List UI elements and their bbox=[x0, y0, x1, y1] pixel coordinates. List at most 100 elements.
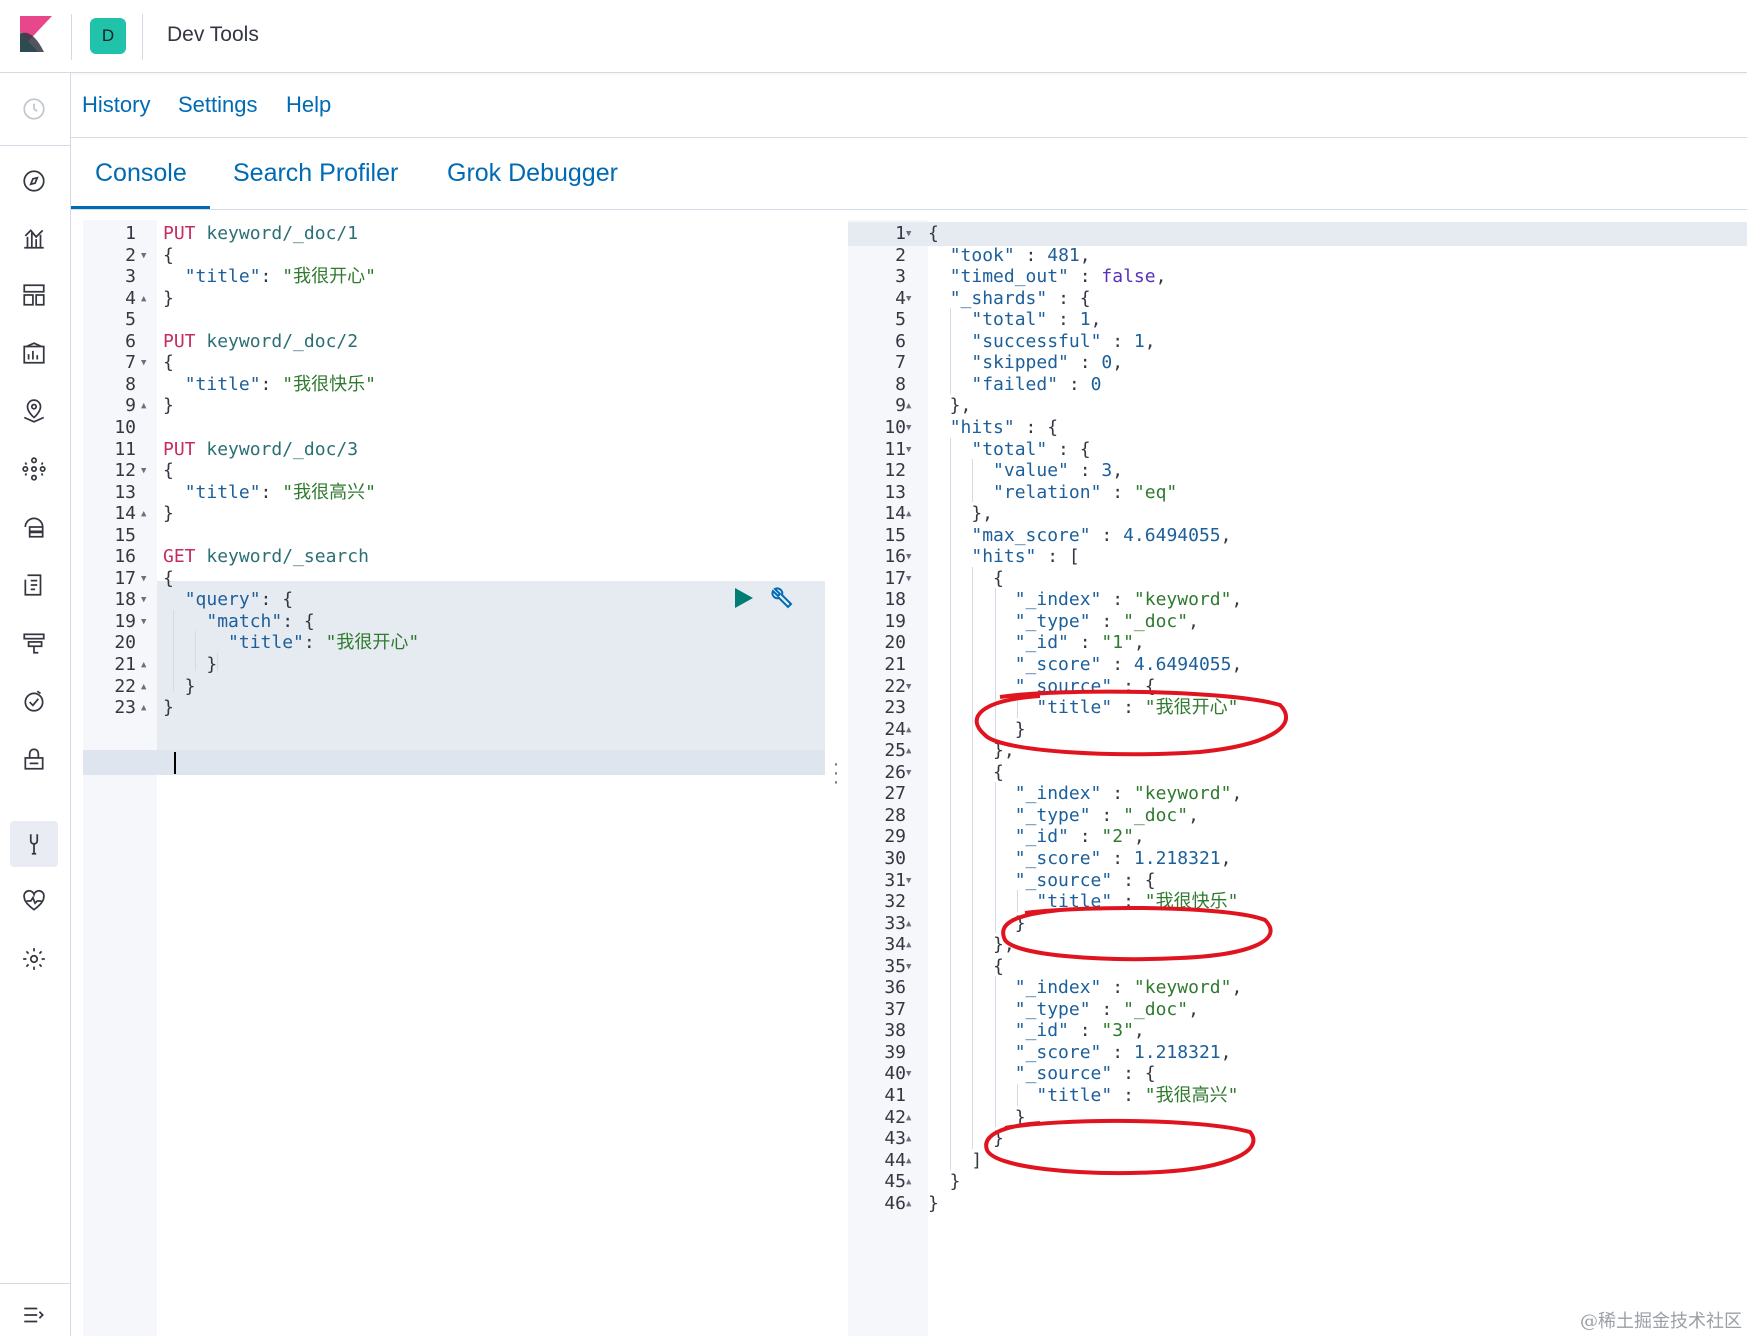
request-code-line: { bbox=[163, 244, 174, 266]
response-code-line: } bbox=[928, 1192, 939, 1214]
fold-end-icon[interactable]: ▲ bbox=[906, 912, 911, 936]
fold-end-icon[interactable]: ▲ bbox=[906, 1149, 911, 1173]
request-actions-wrench-icon[interactable] bbox=[769, 585, 797, 613]
active-tab-indicator bbox=[71, 206, 210, 209]
send-request-button[interactable] bbox=[730, 585, 756, 611]
collapse-menu-icon[interactable] bbox=[18, 1299, 50, 1331]
maps-icon[interactable] bbox=[18, 395, 50, 427]
fold-end-icon[interactable]: ▲ bbox=[141, 675, 146, 699]
fold-toggle-icon[interactable]: ▼ bbox=[141, 610, 146, 634]
fold-toggle-icon[interactable]: ▼ bbox=[906, 416, 911, 440]
fold-toggle-icon[interactable]: ▼ bbox=[906, 761, 911, 785]
fold-toggle-icon[interactable]: ▼ bbox=[906, 675, 911, 699]
infrastructure-icon[interactable] bbox=[18, 511, 50, 543]
fold-end-icon[interactable]: ▲ bbox=[906, 1106, 911, 1130]
response-code-line: } bbox=[928, 912, 1026, 934]
response-code-line: "max_score" : 4.6494055, bbox=[971, 524, 1232, 546]
request-code-line: PUT keyword/_doc/1 bbox=[163, 223, 359, 244]
active-line-highlight bbox=[848, 222, 1747, 246]
request-code-line: "query": { bbox=[184, 589, 294, 611]
top-menu: History Settings Help bbox=[71, 73, 1747, 138]
help-link[interactable]: Help bbox=[286, 92, 331, 118]
request-line-number: 14 bbox=[114, 503, 136, 525]
request-line-number: 1 bbox=[125, 223, 136, 244]
request-code-line: "title": "我很高兴" bbox=[184, 481, 376, 503]
response-code-line: "relation" : "eq" bbox=[993, 481, 1178, 503]
response-line-number: 38 bbox=[884, 1020, 906, 1042]
tab-search-profiler[interactable]: Search Profiler bbox=[233, 159, 398, 188]
request-line-number: 13 bbox=[114, 481, 136, 503]
fold-toggle-icon[interactable]: ▼ bbox=[141, 351, 146, 375]
editor-resizer[interactable]: · · · bbox=[828, 754, 844, 792]
response-line-number: 30 bbox=[884, 847, 906, 869]
tab-console[interactable]: Console bbox=[95, 159, 187, 188]
space-avatar[interactable]: D bbox=[90, 18, 126, 54]
fold-toggle-icon[interactable]: ▼ bbox=[141, 244, 146, 268]
settings-link[interactable]: Settings bbox=[178, 92, 258, 118]
request-code-line: } bbox=[163, 697, 174, 719]
fold-end-icon[interactable]: ▲ bbox=[906, 1127, 911, 1151]
dev-tools-icon[interactable] bbox=[18, 828, 50, 860]
fold-end-icon[interactable]: ▲ bbox=[906, 502, 911, 526]
request-code-line: } bbox=[163, 654, 218, 675]
kibana-logo-icon[interactable] bbox=[16, 14, 56, 54]
fold-end-icon[interactable]: ▲ bbox=[906, 1192, 911, 1216]
fold-end-icon[interactable]: ▲ bbox=[141, 502, 146, 526]
fold-end-icon[interactable]: ▲ bbox=[906, 1170, 911, 1194]
fold-toggle-icon[interactable]: ▼ bbox=[906, 438, 911, 462]
response-line-number: 18 bbox=[884, 589, 906, 611]
fold-end-icon[interactable]: ▲ bbox=[141, 653, 146, 677]
management-icon[interactable] bbox=[18, 943, 50, 975]
fold-end-icon[interactable]: ▲ bbox=[906, 718, 911, 742]
dashboard-icon[interactable] bbox=[18, 279, 50, 311]
fold-end-icon[interactable]: ▲ bbox=[141, 394, 146, 418]
fold-end-icon[interactable]: ▲ bbox=[906, 933, 911, 957]
response-code-line: } bbox=[928, 1171, 961, 1193]
response-code-line: "_shards" : { bbox=[949, 287, 1091, 309]
uptime-icon[interactable] bbox=[18, 685, 50, 717]
machine-learning-icon[interactable] bbox=[18, 453, 50, 485]
recently-viewed-icon[interactable] bbox=[18, 93, 50, 125]
fold-toggle-icon[interactable]: ▼ bbox=[906, 869, 911, 893]
response-line-number: 37 bbox=[884, 998, 906, 1020]
canvas-icon[interactable] bbox=[18, 337, 50, 369]
request-code-line: { bbox=[163, 567, 174, 589]
fold-toggle-icon[interactable]: ▼ bbox=[906, 567, 911, 591]
fold-toggle-icon[interactable]: ▼ bbox=[906, 545, 911, 569]
fold-toggle-icon[interactable]: ▼ bbox=[906, 955, 911, 979]
apm-icon[interactable] bbox=[18, 627, 50, 659]
fold-toggle-icon[interactable]: ▼ bbox=[906, 222, 911, 246]
fold-toggle-icon[interactable]: ▼ bbox=[906, 287, 911, 311]
response-line-number: 14 bbox=[884, 503, 906, 525]
response-code-line: "skipped" : 0, bbox=[971, 352, 1124, 374]
response-code-line: }, bbox=[928, 395, 972, 417]
fold-toggle-icon[interactable]: ▼ bbox=[141, 459, 146, 483]
fold-toggle-icon[interactable]: ▼ bbox=[141, 588, 146, 612]
visualize-icon[interactable] bbox=[18, 222, 50, 254]
response-code-line: }, bbox=[928, 934, 1015, 956]
fold-end-icon[interactable]: ▲ bbox=[906, 739, 911, 763]
fold-toggle-icon[interactable]: ▼ bbox=[906, 1062, 911, 1086]
request-line-number: 12 bbox=[114, 460, 136, 482]
response-code-line: "_type" : "_doc", bbox=[1014, 804, 1199, 826]
fold-toggle-icon[interactable]: ▼ bbox=[141, 567, 146, 591]
tab-grok-debugger[interactable]: Grok Debugger bbox=[447, 159, 618, 188]
discover-icon[interactable] bbox=[18, 165, 50, 197]
request-line-number: 8 bbox=[125, 373, 136, 395]
monitoring-icon[interactable] bbox=[18, 885, 50, 917]
request-line-number: 20 bbox=[114, 632, 136, 654]
fold-end-icon[interactable]: ▲ bbox=[141, 287, 146, 311]
fold-end-icon[interactable]: ▲ bbox=[141, 696, 146, 720]
response-line-number: 39 bbox=[884, 1041, 906, 1063]
request-code-line: } bbox=[163, 287, 174, 309]
siem-icon[interactable] bbox=[18, 743, 50, 775]
response-line-number: 43 bbox=[884, 1128, 906, 1150]
response-code-line: "_id" : "3", bbox=[1014, 1020, 1145, 1042]
fold-end-icon[interactable]: ▲ bbox=[906, 394, 911, 418]
response-line-number: 25 bbox=[884, 740, 906, 762]
response-line-number: 32 bbox=[884, 891, 906, 913]
response-code-line: "_score" : 1.218321, bbox=[1014, 847, 1232, 869]
response-code-line: { bbox=[928, 955, 1004, 977]
logs-icon[interactable] bbox=[18, 569, 50, 601]
history-link[interactable]: History bbox=[82, 92, 150, 118]
